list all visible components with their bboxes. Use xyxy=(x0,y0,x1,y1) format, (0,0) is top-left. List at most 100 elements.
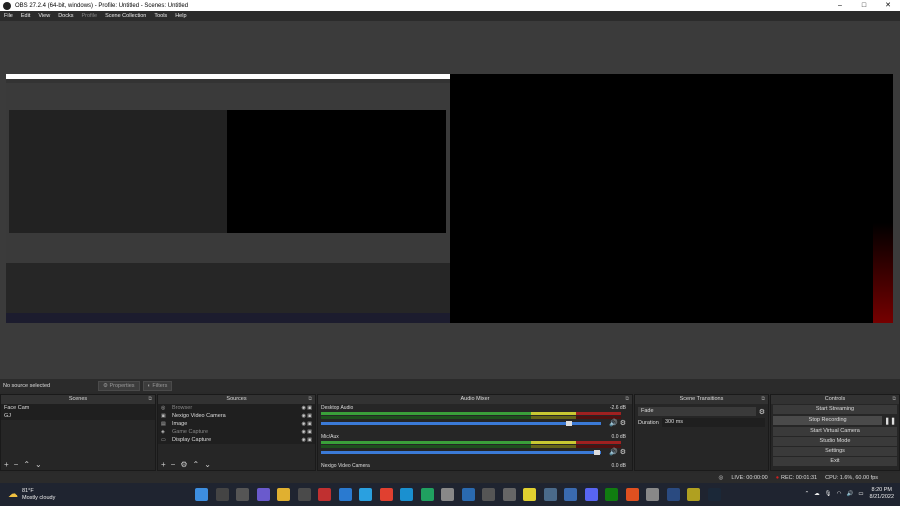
move-down-icon[interactable]: ⌄ xyxy=(204,460,211,469)
search-icon[interactable] xyxy=(215,488,229,501)
source-item[interactable]: ▭ Display Capture ◉ ▣ xyxy=(158,436,315,444)
properties-button[interactable]: ⚙ Properties xyxy=(98,380,140,391)
speaker-icon[interactable]: 🔊 xyxy=(609,449,618,456)
visibility-lock-icon[interactable]: ◉ ▣ xyxy=(302,420,312,428)
menu-tools[interactable]: Tools xyxy=(150,13,171,19)
source-item[interactable]: ◈ Game Capture ◉ ▣ xyxy=(158,428,315,436)
track-name: Nexigo Video Camera xyxy=(321,463,370,469)
file-explorer-icon[interactable] xyxy=(277,488,290,501)
wifi-icon[interactable]: ◠ xyxy=(837,491,842,497)
close-button[interactable]: ✕ xyxy=(876,0,900,11)
undock-icon[interactable]: ⧉ xyxy=(761,395,765,404)
app-icon[interactable] xyxy=(502,488,516,501)
app-icon[interactable] xyxy=(441,488,454,501)
sticky-notes-icon[interactable] xyxy=(523,488,536,501)
visibility-lock-icon[interactable]: ◉ ▣ xyxy=(302,428,312,436)
undock-icon[interactable]: ⧉ xyxy=(308,395,312,404)
gear-icon[interactable]: ⚙ xyxy=(620,449,626,456)
visibility-lock-icon[interactable]: ◉ ▣ xyxy=(302,412,312,420)
start-icon[interactable] xyxy=(195,488,208,501)
move-up-icon[interactable]: ⌃ xyxy=(193,460,200,469)
transitions-title: Scene Transitions xyxy=(679,396,724,402)
cloud-icon[interactable]: ☁ xyxy=(814,491,820,497)
menu-help[interactable]: Help xyxy=(171,13,190,19)
scenes-list: Face Cam GJ xyxy=(1,404,155,420)
scene-item[interactable]: Face Cam xyxy=(1,404,155,412)
move-down-icon[interactable]: ⌄ xyxy=(35,460,42,469)
battery-icon[interactable]: ▭ xyxy=(858,491,863,497)
chrome-icon[interactable] xyxy=(379,488,393,501)
clock[interactable]: 8:20 PM 8/21/2022 xyxy=(870,487,894,501)
mail-icon[interactable] xyxy=(338,488,352,501)
gear-icon[interactable]: ⚙ xyxy=(180,460,187,469)
menu-scene-collection[interactable]: Scene Collection xyxy=(101,13,150,19)
source-item[interactable]: ▤ Image ◉ ▣ xyxy=(158,420,315,428)
add-icon[interactable]: + xyxy=(4,460,9,469)
chevron-up-icon[interactable]: ⌃ xyxy=(805,491,810,497)
gear-icon[interactable]: ⚙ xyxy=(620,420,626,427)
remove-icon[interactable]: − xyxy=(14,460,19,469)
stop-recording-button[interactable]: Stop Recording xyxy=(773,416,883,425)
app-icon[interactable] xyxy=(318,488,331,501)
sources-toolbar: + − ⚙ ⌃ ⌄ xyxy=(158,458,315,470)
app-icon[interactable] xyxy=(482,488,495,501)
menu-profile[interactable]: Profile xyxy=(77,13,101,19)
source-item[interactable]: ▣ Nexigo Video Camera ◉ ▣ xyxy=(158,412,315,420)
add-icon[interactable]: + xyxy=(161,460,166,469)
steam-icon[interactable] xyxy=(707,488,721,501)
store-icon[interactable] xyxy=(297,488,311,501)
remove-icon[interactable]: − xyxy=(171,460,176,469)
visibility-lock-icon[interactable]: ◉ ▣ xyxy=(302,404,312,412)
settings-button[interactable]: Settings xyxy=(773,447,897,456)
calendar-icon[interactable] xyxy=(359,488,372,501)
undock-icon[interactable]: ⧉ xyxy=(148,395,152,404)
source-item[interactable]: ◎ Browser ◉ ▣ xyxy=(158,404,315,412)
exit-button[interactable]: Exit xyxy=(773,457,897,466)
filters-button[interactable]: ◐ Filters xyxy=(142,380,173,391)
visibility-lock-icon[interactable]: ◉ ▣ xyxy=(302,436,312,444)
speaker-icon[interactable]: 🔊 xyxy=(609,420,618,427)
undock-icon[interactable]: ⧉ xyxy=(625,395,629,404)
menu-file[interactable]: File xyxy=(0,13,17,19)
minimize-button[interactable]: – xyxy=(828,0,852,11)
menu-docks[interactable]: Docks xyxy=(54,13,77,19)
undock-icon[interactable]: ⧉ xyxy=(892,395,896,404)
pause-icon[interactable]: ❚❚ xyxy=(884,417,896,425)
discord-icon[interactable] xyxy=(584,488,598,501)
speaker-icon[interactable]: 🔊 xyxy=(846,491,853,497)
windows-taskbar: ☁ 81°F Mostly cloudy ⌃ ☁ 🎙 ◠ 🔊 ▭ 8:20 PM… xyxy=(0,483,900,506)
menu-edit[interactable]: Edit xyxy=(17,13,34,19)
app-icon[interactable] xyxy=(646,488,659,501)
xbox-icon[interactable] xyxy=(605,488,618,501)
studio-mode-button[interactable]: Studio Mode xyxy=(773,437,897,446)
app-icon[interactable] xyxy=(461,488,475,501)
app-icon[interactable] xyxy=(420,488,434,501)
preview-area[interactable] xyxy=(0,21,900,379)
move-up-icon[interactable]: ⌃ xyxy=(23,460,30,469)
microphone-icon[interactable]: 🎙 xyxy=(825,491,832,497)
scene-item[interactable]: GJ xyxy=(1,412,155,420)
duration-input[interactable]: 300 ms xyxy=(662,418,765,427)
slider-knob[interactable] xyxy=(566,421,572,426)
start-virtual-camera-button[interactable]: Start Virtual Camera xyxy=(773,427,897,436)
volume-slider[interactable] xyxy=(321,421,601,426)
app-icon[interactable] xyxy=(543,488,557,501)
sources-dock: Sources ⧉ ◎ Browser ◉ ▣ ▣ Nexigo Video Camer… xyxy=(157,394,316,471)
window-titlebar: OBS 27.2.4 (64-bit, windows) - Profile: … xyxy=(0,0,900,11)
app-icon[interactable] xyxy=(625,488,639,501)
edge-icon[interactable] xyxy=(400,488,413,501)
transition-select[interactable]: Fade xyxy=(638,407,756,416)
menu-view[interactable]: View xyxy=(34,13,54,19)
volume-slider[interactable] xyxy=(321,450,601,455)
weather-widget[interactable]: ☁ 81°F Mostly cloudy xyxy=(8,488,128,502)
start-streaming-button[interactable]: Start Streaming xyxy=(773,405,897,414)
scenes-toolbar: + − ⌃ ⌄ xyxy=(1,458,155,470)
chat-icon[interactable] xyxy=(256,488,270,501)
app-icon[interactable] xyxy=(687,488,700,501)
app-icon[interactable] xyxy=(666,488,680,501)
maximize-button[interactable]: □ xyxy=(852,0,876,11)
gear-icon[interactable]: ⚙ xyxy=(759,408,765,416)
app-icon[interactable] xyxy=(564,488,577,501)
slider-knob[interactable] xyxy=(594,450,600,455)
task-view-icon[interactable] xyxy=(236,488,249,501)
